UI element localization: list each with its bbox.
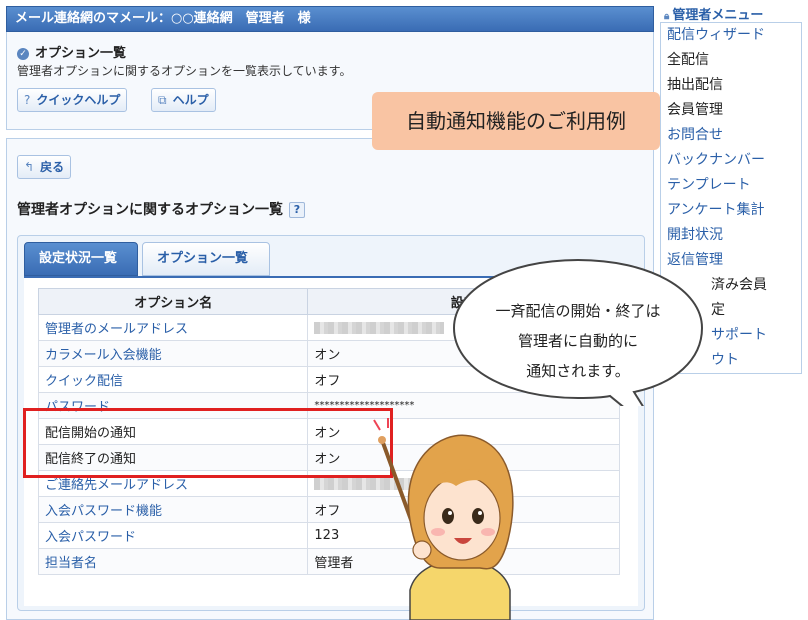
menu-item[interactable]: サポート	[711, 323, 767, 348]
table-row: 入会パスワード機能 オフ	[37, 496, 620, 523]
panel-title: ✓ オプション一覧	[17, 42, 126, 61]
option-name-cell[interactable]: 担当者名	[37, 548, 309, 575]
menu-item[interactable]: 配信ウィザード	[667, 23, 765, 48]
option-name-cell[interactable]: クイック配信	[37, 366, 309, 393]
menu-item[interactable]: お問合せ	[667, 123, 723, 148]
guide-character-illustration	[373, 418, 514, 620]
question-icon: ?	[24, 93, 31, 107]
menu-item[interactable]: テンプレート	[667, 173, 751, 198]
check-circle-icon: ✓	[17, 47, 29, 60]
menu-item[interactable]: 全配信	[667, 48, 709, 73]
table-row: 入会パスワード 123	[37, 522, 620, 549]
redacted-value	[314, 321, 445, 334]
column-header-option-name: オプション名	[37, 288, 309, 315]
menu-item[interactable]: アンケート集計	[667, 198, 764, 223]
highlight-box	[23, 408, 393, 478]
option-name-cell[interactable]: カラメール入会機能	[37, 340, 309, 367]
panel-description: 管理者オプションに関するオプションを一覧表示しています。	[17, 64, 352, 78]
option-name-cell[interactable]: 入会パスワード	[37, 522, 309, 549]
help-question-icon[interactable]: ?	[289, 202, 305, 218]
option-name-cell[interactable]: 入会パスワード機能	[37, 496, 309, 523]
option-name-cell[interactable]: 管理者のメールアドレス	[37, 314, 309, 341]
menu-item[interactable]: 開封状況	[667, 223, 723, 248]
help-button[interactable]: ⧉ ヘルプ	[151, 88, 216, 112]
window-title: メール連絡網のマメール：○○連絡網 管理者 様	[15, 11, 311, 26]
speech-bubble-text: 一斉配信の開始・終了は 管理者に自動的に 通知されます。	[495, 302, 661, 380]
menu-item[interactable]: ウト	[711, 348, 739, 373]
lock-icon: 🔒︎	[664, 11, 670, 22]
menu-item[interactable]: 済み会員	[711, 273, 767, 298]
tab-settings-status[interactable]: 設定状況一覧	[24, 242, 138, 276]
quick-help-button[interactable]: ? クイックヘルプ	[17, 88, 128, 112]
tab-option-list[interactable]: オプション一覧	[142, 242, 270, 276]
back-arrow-icon: ↰	[24, 160, 35, 174]
back-button[interactable]: ↰ 戻る	[17, 155, 72, 179]
table-row: 担当者名 管理者	[37, 548, 620, 575]
menu-item[interactable]: 会員管理	[667, 98, 723, 123]
external-window-icon: ⧉	[158, 93, 167, 107]
callout-label: 自動通知機能のご利用例	[372, 92, 660, 150]
menu-item[interactable]: バックナンバー	[667, 148, 765, 173]
menu-item[interactable]: 定	[711, 298, 725, 323]
admin-menu-title: 🔒︎ 管理者メニュー	[664, 8, 764, 23]
section-title: 管理者オプションに関するオプション一覧?	[17, 199, 305, 219]
window-title-bar: メール連絡網のマメール：○○連絡網 管理者 様	[6, 6, 654, 32]
menu-item[interactable]: 抽出配信	[667, 73, 723, 98]
